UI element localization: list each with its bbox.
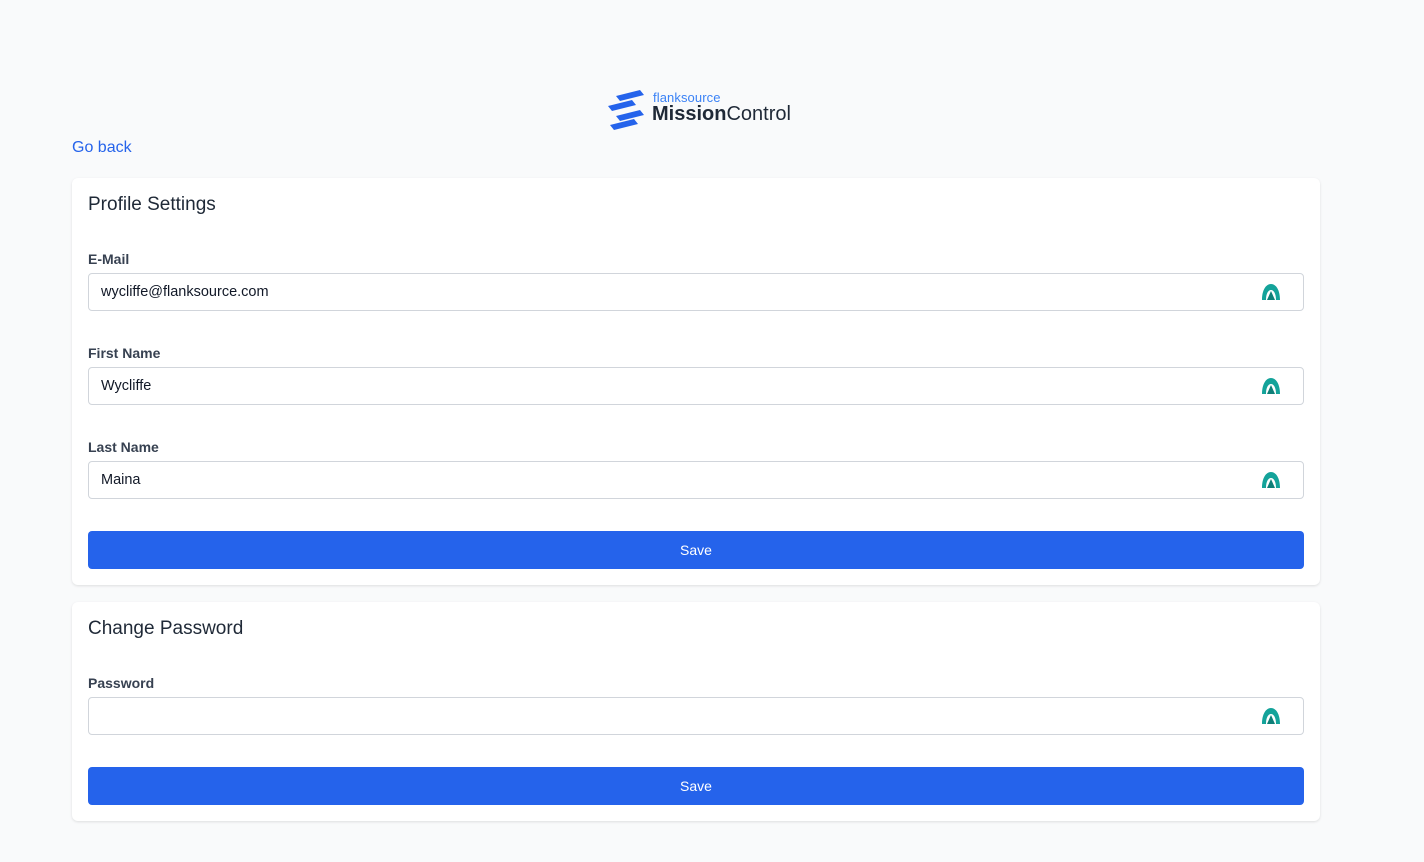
first-name-field[interactable]: [89, 368, 1249, 404]
first-name-label: First Name: [88, 345, 161, 361]
app-logo: flanksource MissionControl: [606, 88, 796, 132]
password-field[interactable]: [89, 698, 1249, 734]
profile-settings-title: Profile Settings: [88, 194, 216, 215]
password-label: Password: [88, 675, 155, 691]
go-back-link[interactable]: Go back: [72, 139, 132, 157]
save-profile-button[interactable]: Save: [88, 531, 1304, 569]
password-manager-icon[interactable]: [1261, 283, 1281, 301]
profile-settings-card: Profile Settings E-Mail First Name Last …: [72, 178, 1320, 585]
email-field-wrapper: [88, 273, 1304, 311]
logo-product-name: MissionControl: [652, 103, 791, 126]
password-manager-icon[interactable]: [1261, 707, 1281, 725]
change-password-title: Change Password: [88, 618, 244, 639]
last-name-label: Last Name: [88, 439, 159, 455]
password-manager-icon[interactable]: [1261, 377, 1281, 395]
logo-product-light: Control: [726, 103, 791, 125]
last-name-field[interactable]: [89, 462, 1249, 498]
flanksource-logo-icon: [608, 90, 644, 130]
password-field-wrapper: [88, 697, 1304, 735]
password-manager-icon[interactable]: [1261, 471, 1281, 489]
email-field[interactable]: [89, 274, 1249, 310]
save-password-button[interactable]: Save: [88, 767, 1304, 805]
email-label: E-Mail: [88, 251, 130, 267]
last-name-field-wrapper: [88, 461, 1304, 499]
logo-product-bold: Mission: [652, 103, 727, 125]
change-password-card: Change Password Password Save: [72, 602, 1320, 821]
first-name-field-wrapper: [88, 367, 1304, 405]
